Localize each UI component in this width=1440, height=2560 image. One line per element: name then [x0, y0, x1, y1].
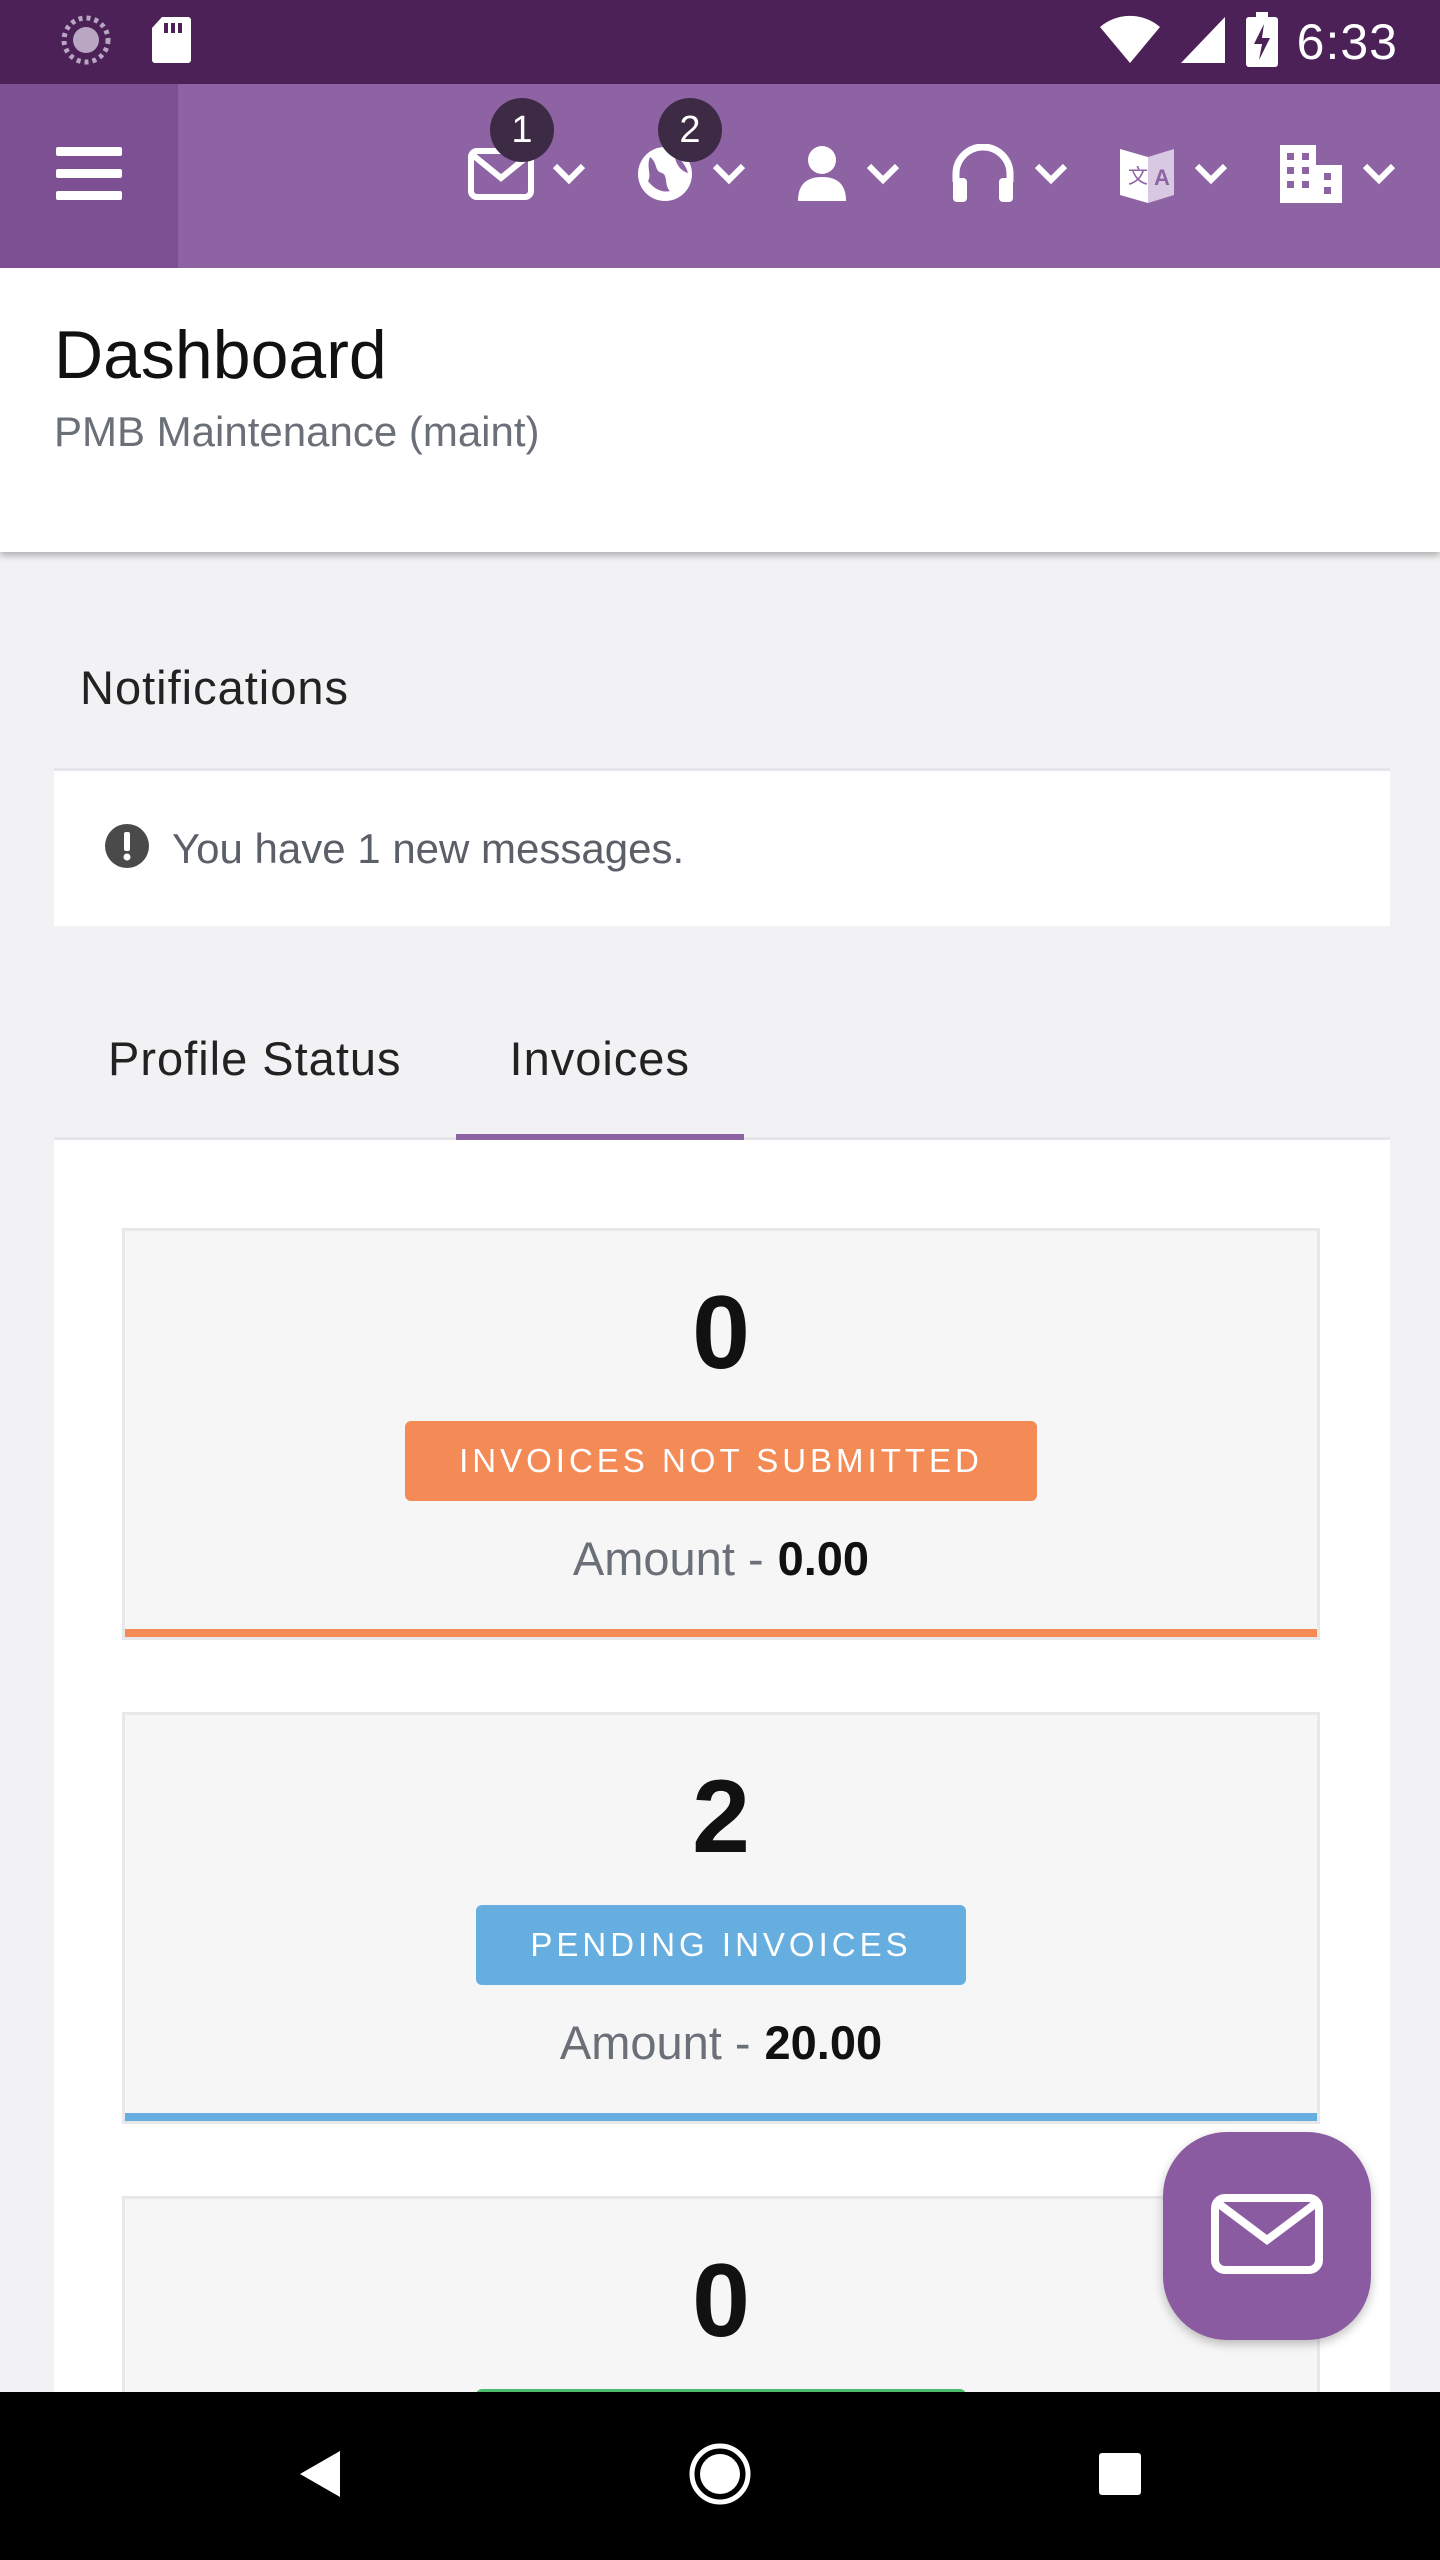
home-icon [688, 2442, 752, 2511]
company-menu[interactable] [1268, 84, 1406, 268]
hamburger-menu-icon [56, 146, 122, 206]
notification-message: You have 1 new messages. [172, 824, 685, 872]
globe-badge: 2 [658, 98, 722, 162]
card-accent [125, 2113, 1317, 2121]
user-icon [796, 145, 848, 208]
tab-bar: Profile Status Invoices [54, 980, 1390, 1140]
invoice-count: 2 [692, 1759, 750, 1875]
amount-value: 0.00 [777, 1532, 870, 1585]
svg-text:文: 文 [1128, 165, 1148, 188]
amount-label: Amount - [559, 2016, 751, 2069]
page-header: Dashboard PMB Maintenance (maint) [0, 268, 1440, 552]
system-nav-bar [0, 2392, 1440, 2560]
translate-icon: 文 A [1118, 143, 1176, 210]
support-menu[interactable] [940, 84, 1078, 268]
invoice-count: 0 [692, 1275, 750, 1391]
user-menu[interactable] [786, 84, 910, 268]
chevron-down-icon [552, 163, 586, 190]
menu-button[interactable] [0, 84, 178, 268]
envelope-icon [1211, 2193, 1323, 2279]
headset-icon [950, 143, 1016, 209]
status-badge: PENDING INVOICES [476, 1905, 966, 1985]
page-title: Dashboard [54, 317, 387, 393]
status-badge: INVOICES NOT SUBMITTED [405, 1421, 1037, 1501]
building-icon [1278, 143, 1344, 210]
globe-menu[interactable]: 2 [626, 84, 756, 268]
alert-icon [104, 823, 150, 874]
page-subtitle: PMB Maintenance (maint) [54, 408, 540, 455]
back-button[interactable] [120, 2449, 520, 2504]
loading-icon [60, 14, 112, 71]
notifications-heading: Notifications [80, 661, 349, 714]
recents-icon [1098, 2452, 1142, 2501]
sd-card-icon [150, 15, 192, 70]
tab-profile-status[interactable]: Profile Status [54, 980, 456, 1137]
chevron-down-icon [712, 163, 746, 190]
recents-button[interactable] [920, 2452, 1320, 2501]
home-button[interactable] [520, 2442, 920, 2511]
tab-invoices[interactable]: Invoices [455, 980, 745, 1140]
status-time: 6:33 [1296, 14, 1398, 70]
invoice-count: 0 [692, 2243, 750, 2359]
invoice-card-third[interactable]: 0 [122, 2196, 1320, 2392]
status-bar: 6:33 [0, 0, 1440, 84]
card-accent [125, 1629, 1317, 1637]
chevron-down-icon [866, 163, 900, 190]
messages-badge: 1 [490, 98, 554, 162]
chevron-down-icon [1194, 163, 1228, 190]
compose-message-button[interactable] [1163, 2132, 1371, 2340]
amount-row: Amount -0.00 [125, 1531, 1317, 1586]
amount-label: Amount - [572, 1532, 764, 1585]
chevron-down-icon [1362, 163, 1396, 190]
chevron-down-icon [1034, 163, 1068, 190]
amount-value: 20.00 [764, 2016, 883, 2069]
back-icon [298, 2449, 342, 2504]
invoice-card-pending[interactable]: 2 PENDING INVOICES Amount -20.00 [122, 1712, 1320, 2124]
app-bar: 1 2 文 A [0, 84, 1440, 268]
messages-menu[interactable]: 1 [458, 84, 596, 268]
battery-charging-icon [1245, 11, 1279, 73]
notification-item[interactable]: You have 1 new messages. [54, 768, 1390, 926]
wifi-icon [1099, 15, 1161, 70]
amount-row: Amount -20.00 [125, 2015, 1317, 2070]
invoice-card-not-submitted[interactable]: 0 INVOICES NOT SUBMITTED Amount -0.00 [122, 1228, 1320, 1640]
svg-text:A: A [1154, 165, 1170, 190]
signal-icon [1179, 15, 1227, 70]
language-menu[interactable]: 文 A [1108, 84, 1238, 268]
